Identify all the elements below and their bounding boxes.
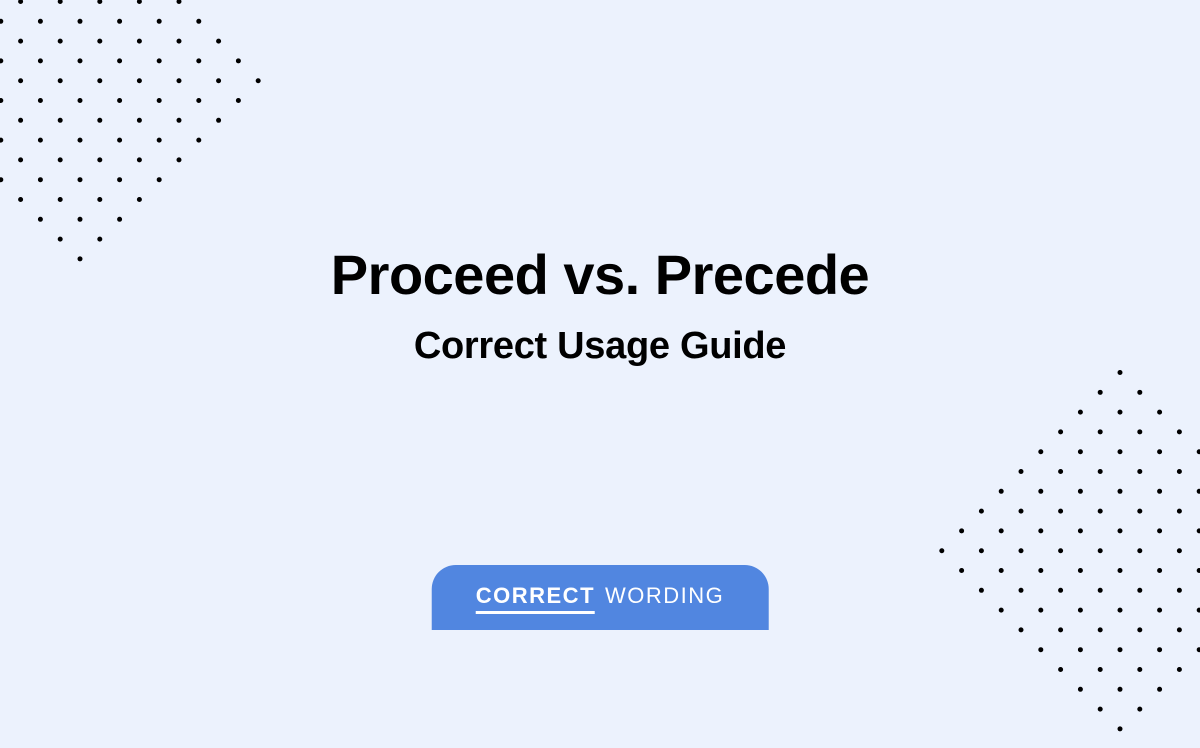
brand-name-right: WORDING xyxy=(605,583,724,609)
decorative-dots-top-left xyxy=(0,0,278,278)
main-content: Proceed vs. Precede Correct Usage Guide xyxy=(0,242,1200,368)
page-subtitle: Correct Usage Guide xyxy=(0,325,1200,368)
page-title: Proceed vs. Precede xyxy=(0,242,1200,307)
brand-badge: CORRECT WORDING xyxy=(432,565,769,630)
brand-name-left: CORRECT xyxy=(476,583,595,614)
decorative-dots-bottom-right xyxy=(922,352,1200,748)
